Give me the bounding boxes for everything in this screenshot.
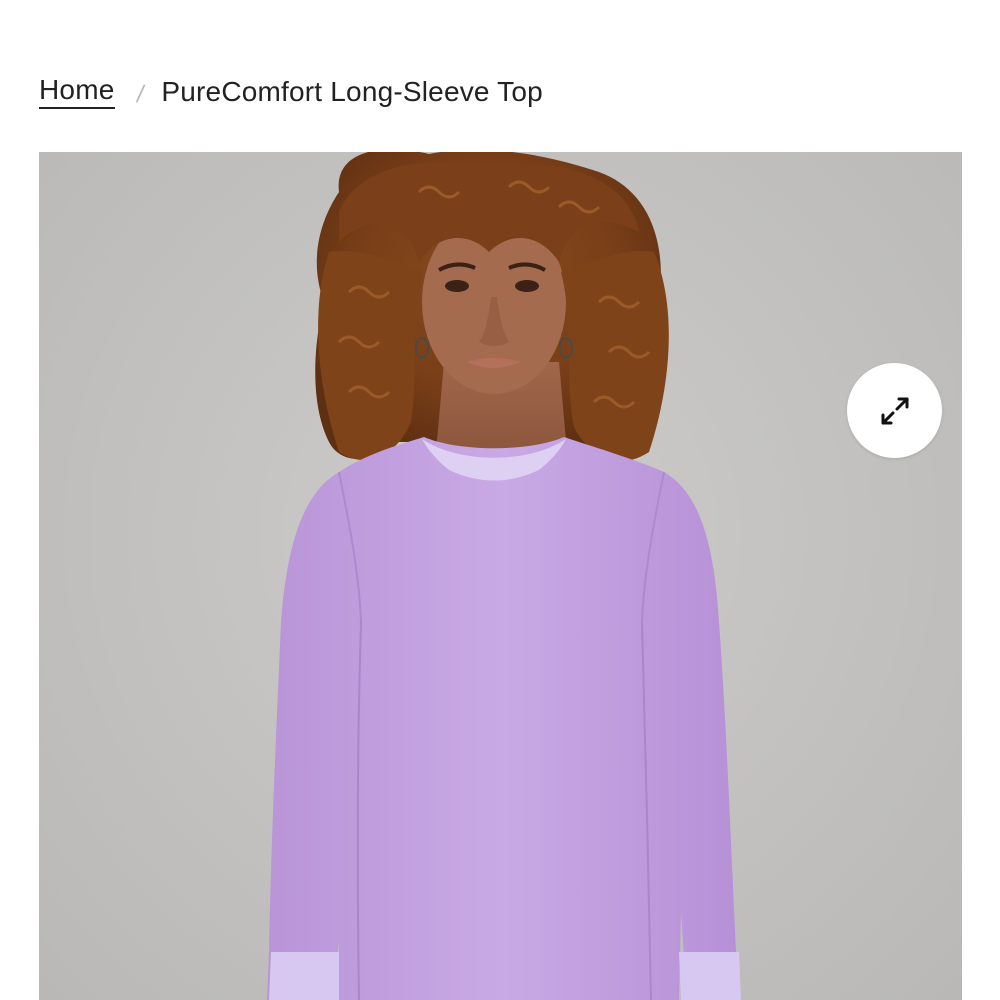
expand-image-button[interactable]	[847, 363, 942, 458]
breadcrumb-separator: /	[134, 81, 146, 108]
left-cuff	[269, 952, 339, 1000]
product-image[interactable]	[39, 152, 962, 1000]
right-eye	[515, 280, 539, 292]
left-eye	[445, 280, 469, 292]
expand-arrows-icon	[881, 397, 908, 424]
product-page: Home / PureComfort Long-Sleeve Top	[0, 0, 1000, 1000]
hair-right-side	[561, 251, 669, 462]
breadcrumb-current-page: PureComfort Long-Sleeve Top	[161, 75, 543, 107]
shirt	[267, 437, 741, 1000]
right-cuff	[679, 952, 741, 1000]
breadcrumb: Home / PureComfort Long-Sleeve Top	[39, 70, 543, 114]
breadcrumb-home-link[interactable]: Home	[39, 74, 115, 109]
product-photo-illustration	[267, 152, 741, 1000]
